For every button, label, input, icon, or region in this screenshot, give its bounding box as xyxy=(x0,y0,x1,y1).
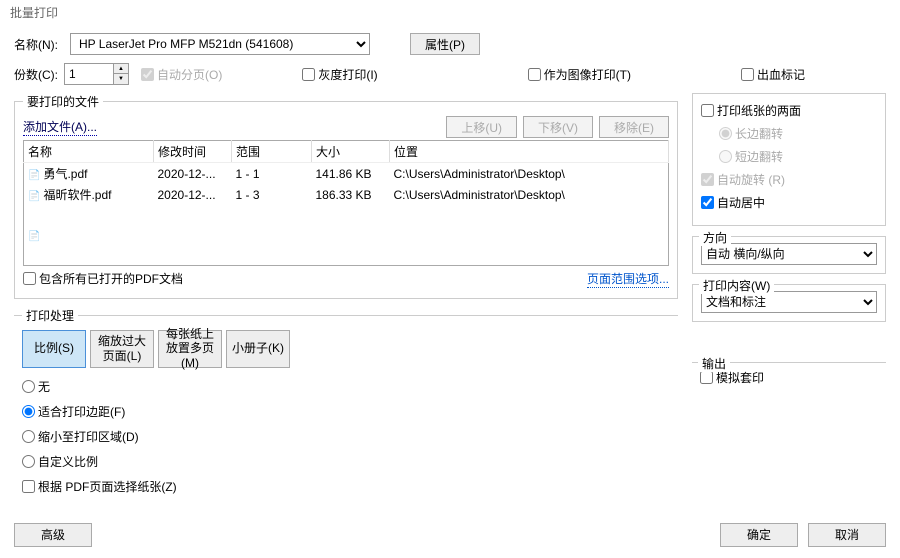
add-files-link[interactable]: 添加文件(A)... xyxy=(23,118,97,136)
include-open-checkbox[interactable]: 包含所有已打开的PDF文档 xyxy=(23,270,183,287)
scale-fit-margins-radio[interactable]: 适合打印边距(F) xyxy=(22,403,670,420)
advanced-button[interactable]: 高级 xyxy=(14,523,92,547)
scale-shrink-area-radio[interactable]: 缩小至打印区域(D) xyxy=(22,428,670,445)
remove-button: 移除(E) xyxy=(599,116,669,138)
orientation-select[interactable]: 自动 横向/纵向 xyxy=(701,243,877,265)
bleed-marks-checkbox[interactable]: 出血标记 xyxy=(741,66,805,83)
col-location[interactable]: 位置 xyxy=(390,141,669,163)
copies-spinner[interactable]: ▲▼ xyxy=(114,63,129,85)
files-legend: 要打印的文件 xyxy=(23,93,103,110)
choose-paper-by-page-checkbox[interactable]: 根据 PDF页面选择纸张(Z) xyxy=(22,478,670,495)
col-size[interactable]: 大小 xyxy=(312,141,390,163)
orientation-box: 方向 自动 横向/纵向 xyxy=(692,236,886,274)
print-content-box: 打印内容(W) 文档和标注 xyxy=(692,284,886,322)
mode-shrink-oversize[interactable]: 缩放过大页面(L) xyxy=(90,330,154,368)
scale-custom-radio[interactable]: 自定义比例 xyxy=(22,453,670,470)
table-row[interactable]: 福昕软件.pdf2020-12-...1 - 3186.33 KBC:\User… xyxy=(24,184,669,205)
copies-label: 份数(C): xyxy=(14,66,64,83)
print-as-image-checkbox[interactable]: 作为图像打印(T) xyxy=(528,66,631,83)
col-name[interactable]: 名称 xyxy=(24,141,154,163)
duplex-checkbox[interactable]: 打印纸张的两面 xyxy=(701,102,877,119)
auto-center-checkbox[interactable]: 自动居中 xyxy=(701,194,877,211)
move-down-button: 下移(V) xyxy=(523,116,593,138)
move-up-button: 上移(U) xyxy=(446,116,517,138)
col-range[interactable]: 范围 xyxy=(232,141,312,163)
ok-button[interactable]: 确定 xyxy=(720,523,798,547)
properties-button[interactable]: 属性(P) xyxy=(410,33,480,55)
window-title: 批量打印 xyxy=(0,0,900,25)
auto-rotate-checkbox: 自动旋转 (R) xyxy=(701,171,877,188)
col-mtime[interactable]: 修改时间 xyxy=(154,141,232,163)
cancel-button[interactable]: 取消 xyxy=(808,523,886,547)
copies-input[interactable] xyxy=(64,63,114,85)
mode-multiple-per-sheet[interactable]: 每张纸上放置多页(M) xyxy=(158,330,222,368)
printer-name-label: 名称(N): xyxy=(14,36,64,53)
files-fieldset: 要打印的文件 添加文件(A)... 上移(U) 下移(V) 移除(E) 名称 修… xyxy=(14,93,678,299)
print-content-select[interactable]: 文档和标注 xyxy=(701,291,877,313)
table-row[interactable]: 勇气.pdf2020-12-...1 - 1141.86 KBC:\Users\… xyxy=(24,163,669,185)
files-table[interactable]: 名称 修改时间 范围 大小 位置 勇气.pdf2020-12-...1 - 11… xyxy=(23,140,669,266)
mode-booklet[interactable]: 小册子(K) xyxy=(226,330,290,368)
output-box: 输出 模拟套印 xyxy=(692,362,886,395)
printer-select[interactable]: HP LaserJet Pro MFP M521dn (541608) xyxy=(70,33,370,55)
flip-long-radio: 长边翻转 xyxy=(719,125,877,142)
handling-legend: 打印处理 xyxy=(22,307,78,324)
mode-scale[interactable]: 比例(S) xyxy=(22,330,86,368)
handling-fieldset: 打印处理 比例(S) 缩放过大页面(L) 每张纸上放置多页(M) 小册子(K) … xyxy=(14,307,678,503)
collate-checkbox: 自动分页(O) xyxy=(141,66,222,83)
flip-short-radio: 短边翻转 xyxy=(719,148,877,165)
grayscale-checkbox[interactable]: 灰度打印(I) xyxy=(302,66,377,83)
scale-none-radio[interactable]: 无 xyxy=(22,378,670,395)
page-range-options-link[interactable]: 页面范围选项... xyxy=(587,270,669,288)
